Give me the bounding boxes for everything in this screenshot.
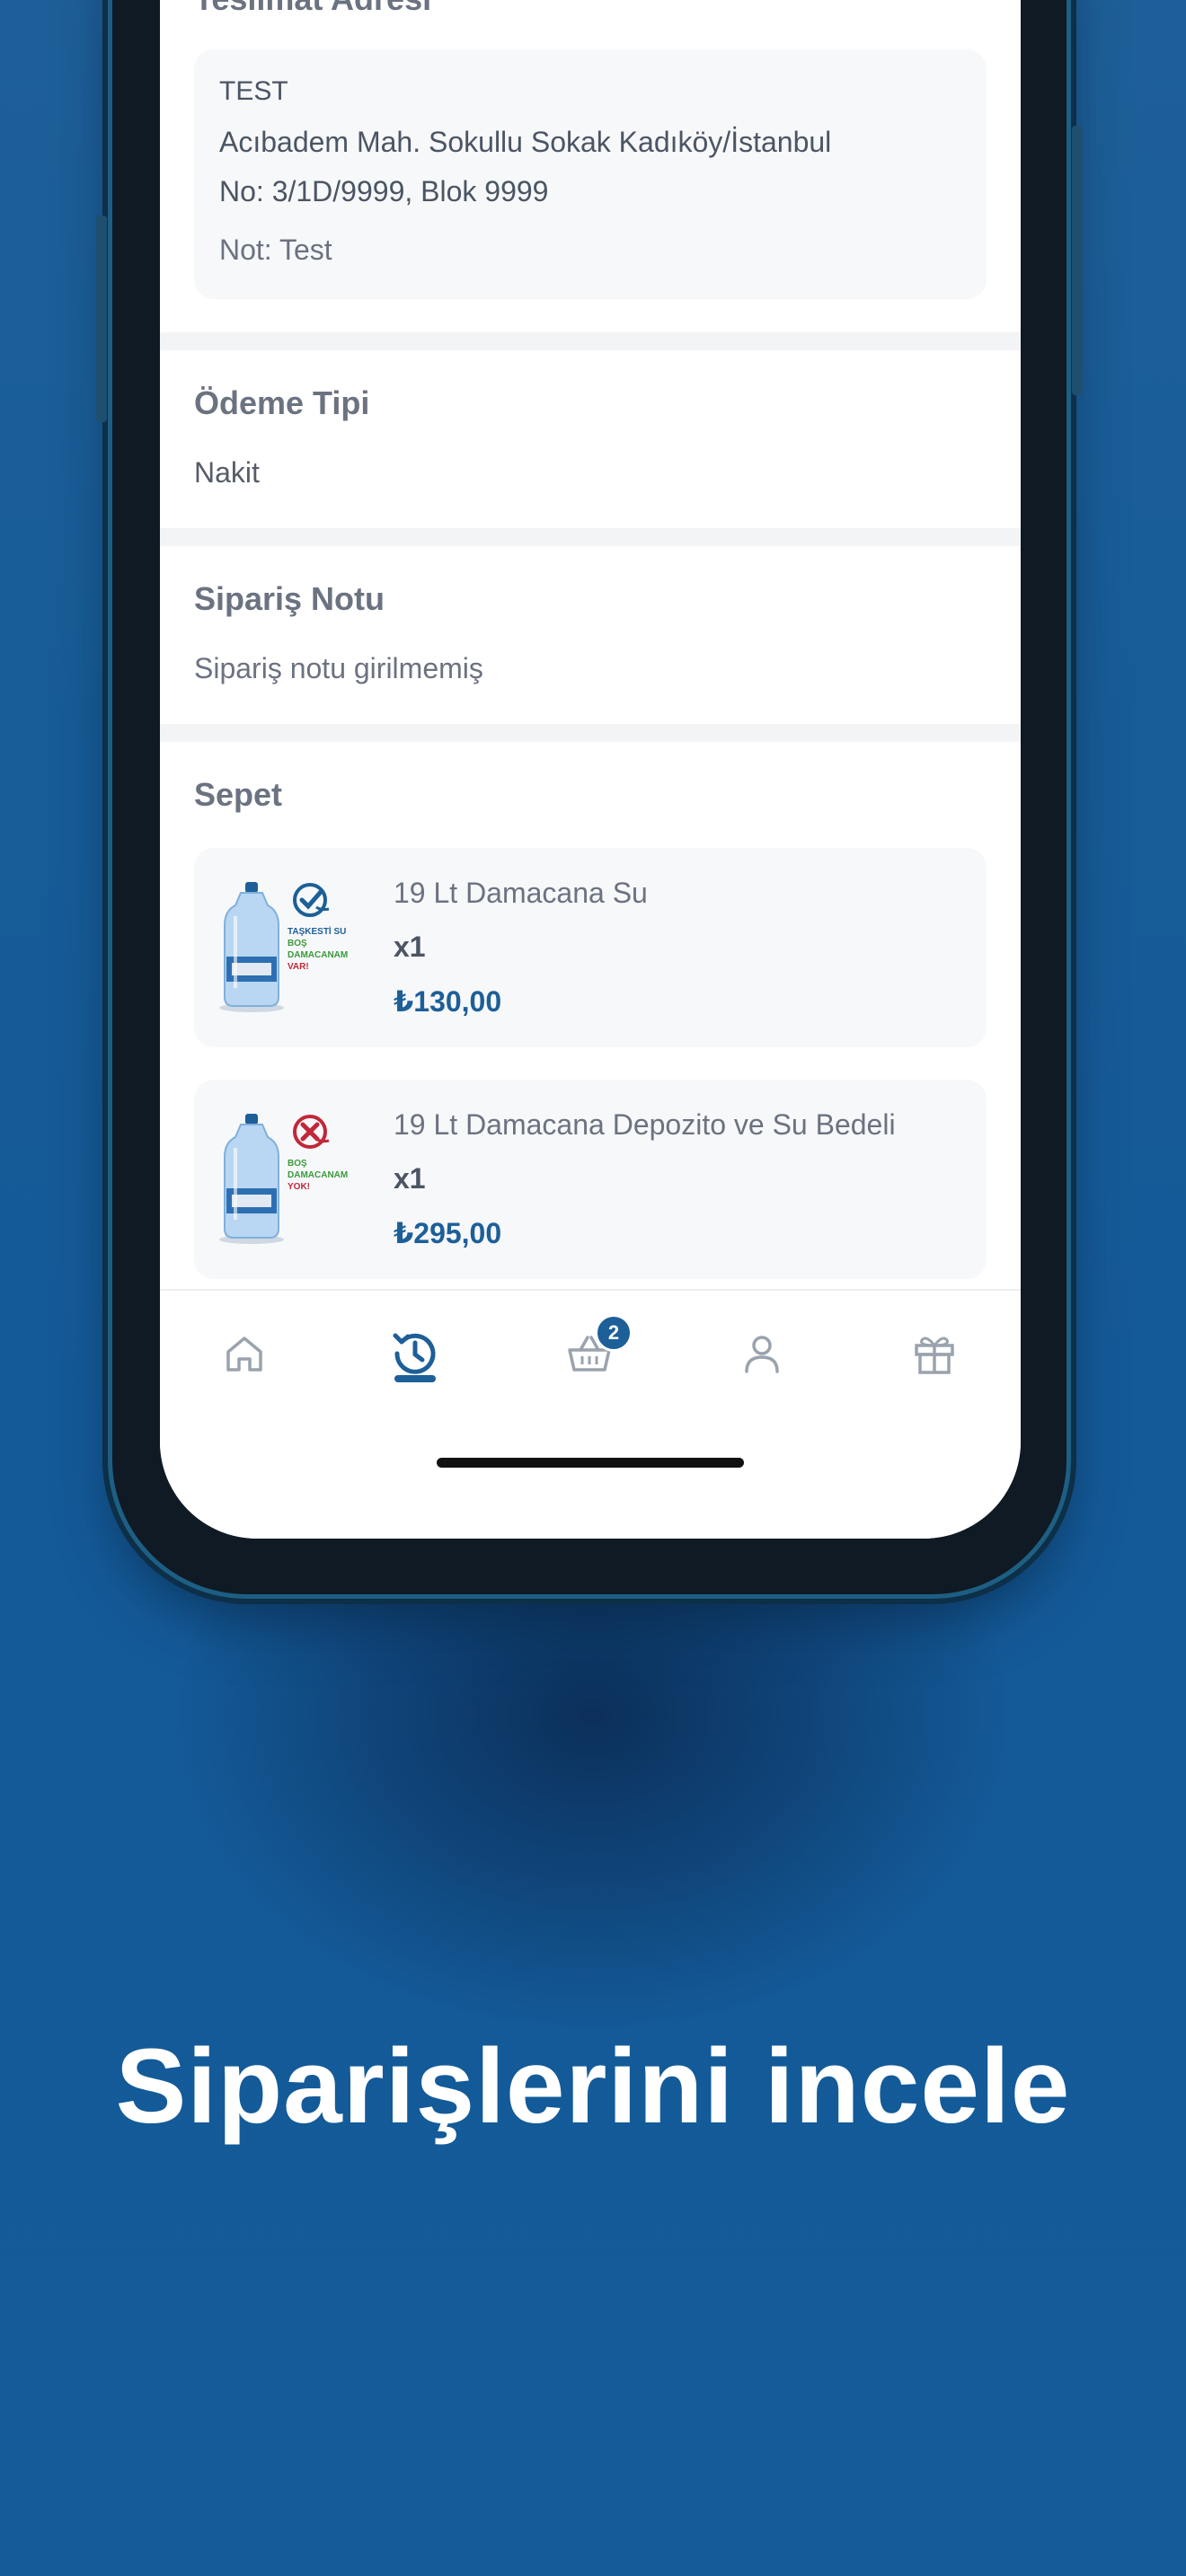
cart-section: Sepet TAŞKESTİ SU BOŞ DAMACANAM VAR! 19 … xyxy=(160,742,1021,1299)
tab-home[interactable] xyxy=(208,1318,280,1389)
order-note-section: Sipariş Notu Sipariş notu girilmemiş xyxy=(160,546,1021,724)
badge-line: VAR! xyxy=(288,962,309,972)
product-image: BOŞ DAMACANAM YOK! xyxy=(216,1112,370,1247)
home-icon xyxy=(226,1337,262,1372)
badge-line: BOŞ xyxy=(288,939,307,948)
product-image: TAŞKESTİ SU BOŞ DAMACANAM VAR! xyxy=(216,880,370,1015)
phone-frame: Teslimat Adresi TEST Acıbadem Mah. Sokul… xyxy=(96,0,1083,1594)
badge-line: TAŞKESTİ SU xyxy=(288,925,346,937)
delivery-title: Teslimat Adresi xyxy=(194,0,431,18)
product-name: 19 Lt Damacana Depozito ve Su Bedeli xyxy=(394,1108,896,1141)
promo-caption: Siparişlerini incele xyxy=(115,2027,1071,2146)
active-tab-indicator xyxy=(394,1375,436,1382)
phone-side-button xyxy=(96,216,107,422)
payment-value: Nakit xyxy=(194,456,260,489)
badge-line: DAMACANAM xyxy=(288,1170,348,1180)
phone-power-button xyxy=(1072,126,1083,395)
history-icon xyxy=(393,1333,436,1374)
badge-line: DAMACANAM xyxy=(288,950,348,960)
product-quantity: x1 xyxy=(394,931,426,963)
bottom-tab-bar: 2 xyxy=(160,1289,1021,1539)
address-line-1: Acıbadem Mah. Sokullu Sokak Kadıköy/İsta… xyxy=(219,126,832,158)
tab-profile[interactable] xyxy=(726,1318,798,1389)
home-indicator xyxy=(437,1458,744,1468)
product-price: ₺130,00 xyxy=(394,985,502,1018)
app-screen: Teslimat Adresi TEST Acıbadem Mah. Sokul… xyxy=(160,0,1021,1539)
badge-line: BOŞ xyxy=(288,1159,307,1169)
gift-icon xyxy=(915,1337,954,1374)
cart-item[interactable]: TAŞKESTİ SU BOŞ DAMACANAM VAR! 19 Lt Dam… xyxy=(194,848,987,1047)
delivery-section: Teslimat Adresi TEST Acıbadem Mah. Sokul… xyxy=(160,0,1021,332)
divider xyxy=(160,724,1021,742)
product-name: 19 Lt Damacana Su xyxy=(394,877,648,909)
product-quantity: x1 xyxy=(394,1162,426,1195)
product-price: ₺295,00 xyxy=(394,1217,502,1249)
address-line-2: No: 3/1D/9999, Blok 9999 xyxy=(219,175,549,207)
user-icon xyxy=(745,1336,779,1373)
cart-item[interactable]: BOŞ DAMACANAM YOK! 19 Lt Damacana Depozi… xyxy=(194,1080,987,1279)
tab-basket[interactable]: 2 xyxy=(553,1314,633,1389)
payment-section: Ödeme Tipi Nakit xyxy=(160,350,1021,528)
payment-title: Ödeme Tipi xyxy=(194,384,370,421)
order-note-title: Sipariş Notu xyxy=(194,580,385,617)
divider xyxy=(160,528,1021,546)
address-name: TEST xyxy=(219,76,288,106)
badge-line: YOK! xyxy=(288,1182,310,1192)
divider xyxy=(160,332,1021,350)
order-note-value: Sipariş notu girilmemiş xyxy=(194,652,483,684)
address-note: Not: Test xyxy=(219,234,332,266)
cart-title: Sepet xyxy=(194,776,283,813)
basket-count-badge: 2 xyxy=(595,1314,633,1352)
tab-gifts[interactable] xyxy=(898,1318,970,1389)
address-card[interactable]: TEST Acıbadem Mah. Sokullu Sokak Kadıköy… xyxy=(194,49,987,299)
